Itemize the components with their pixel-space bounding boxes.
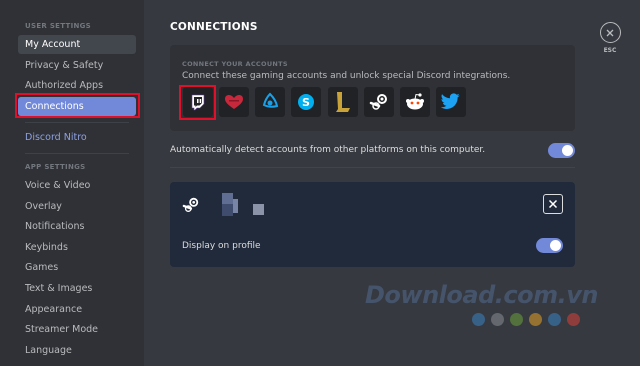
disconnect-button[interactable]: [543, 194, 563, 214]
connect-accounts-description: Connect these gaming accounts and unlock…: [182, 71, 511, 81]
connections-highlight-box: [15, 93, 140, 118]
esc-label: ESC: [603, 47, 617, 54]
redacted-username: [222, 193, 233, 204]
sidebar-item-streamer-mode[interactable]: Streamer Mode: [18, 320, 136, 339]
sidebar-item-notifications[interactable]: Notifications: [18, 217, 136, 236]
svg-text:S: S: [302, 96, 310, 109]
sidebar-item-language[interactable]: Language: [18, 341, 136, 360]
connections-panel: CONNECTIONS CONNECT YOUR ACCOUNTS Connec…: [144, 0, 640, 366]
close-circle[interactable]: [599, 22, 621, 43]
sidebar-divider: [25, 122, 129, 123]
battlenet-heart-icon: [225, 95, 243, 109]
watermark-dot: [510, 313, 523, 326]
watermark-text: Download.com.vn: [365, 281, 598, 309]
steam-icon: [182, 197, 199, 212]
section-divider: [170, 167, 575, 168]
sidebar-item-games[interactable]: Games: [18, 258, 136, 277]
watermark-dot: [548, 313, 561, 326]
toggle-knob: [562, 145, 573, 156]
connect-battlenet-heart-button[interactable]: [219, 87, 249, 117]
close-settings-button[interactable]: ESC: [598, 22, 622, 54]
sidebar-item-privacy-safety[interactable]: Privacy & Safety: [18, 56, 136, 75]
display-on-profile-label: Display on profile: [182, 241, 261, 251]
redacted-username: [222, 204, 233, 216]
watermark-dot: [472, 313, 485, 326]
connect-steam-button[interactable]: [364, 87, 394, 117]
connect-accounts-box: CONNECT YOUR ACCOUNTS Connect these gami…: [170, 45, 575, 131]
auto-detect-label: Automatically detect accounts from other…: [170, 145, 486, 155]
settings-sidebar: USER SETTINGS My Account Privacy & Safet…: [0, 0, 144, 366]
display-on-profile-toggle[interactable]: [536, 238, 563, 253]
sidebar-item-overlay[interactable]: Overlay: [18, 197, 136, 216]
sidebar-item-text-images[interactable]: Text & Images: [18, 279, 136, 298]
sidebar-item-keybinds[interactable]: Keybinds: [18, 238, 136, 257]
connect-skype-button[interactable]: S: [291, 87, 321, 117]
redacted-username: [253, 204, 264, 215]
steam-icon: [369, 94, 387, 110]
app-settings-header: APP SETTINGS: [25, 163, 86, 171]
watermark-dot: [567, 313, 580, 326]
redacted-username: [233, 199, 238, 213]
connect-league-of-legends-button[interactable]: [328, 87, 358, 117]
sidebar-item-appearance[interactable]: Appearance: [18, 300, 136, 319]
close-icon: [548, 199, 558, 209]
sidebar-item-discord-nitro[interactable]: Discord Nitro: [18, 128, 136, 147]
twitch-highlight-box: [179, 85, 216, 120]
user-settings-header: USER SETTINGS: [25, 22, 92, 30]
skype-icon: S: [298, 94, 314, 110]
page-title: CONNECTIONS: [170, 21, 258, 33]
sidebar-divider: [25, 153, 129, 154]
watermark-dot: [491, 313, 504, 326]
twitter-icon: [441, 93, 460, 109]
connect-twitter-button[interactable]: [436, 87, 466, 117]
auto-detect-toggle[interactable]: [548, 143, 575, 158]
league-of-legends-icon: [336, 92, 350, 112]
battlenet-icon: [262, 92, 279, 108]
connected-account-card: Display on profile: [170, 182, 575, 267]
connect-battlenet-button[interactable]: [255, 87, 285, 117]
sidebar-item-my-account[interactable]: My Account: [18, 35, 136, 54]
toggle-knob: [550, 240, 561, 251]
connect-reddit-button[interactable]: [400, 87, 430, 117]
watermark-dots: [472, 313, 580, 326]
watermark-dot: [529, 313, 542, 326]
reddit-icon: [406, 93, 424, 110]
close-icon: [606, 29, 614, 36]
connect-accounts-header: CONNECT YOUR ACCOUNTS: [182, 60, 288, 68]
sidebar-item-voice-video[interactable]: Voice & Video: [18, 176, 136, 195]
